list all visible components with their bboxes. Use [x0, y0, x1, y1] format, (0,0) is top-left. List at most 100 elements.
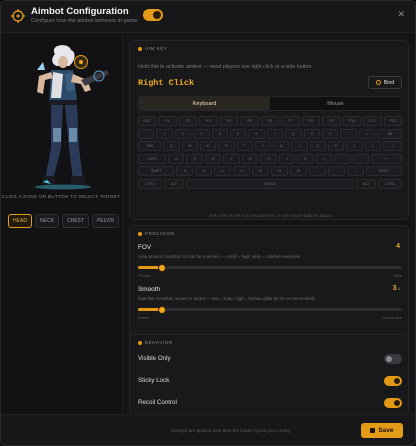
key-4-8[interactable]: , — [308, 166, 326, 177]
key-1-4[interactable]: 4 — [211, 128, 228, 139]
smooth-unit: x — [397, 286, 400, 291]
key-2-12[interactable]: ] — [364, 141, 381, 152]
precision-card: PRECISION FOV 4 Area around crosshair to… — [129, 225, 409, 341]
key-0-1[interactable]: F1 — [158, 116, 177, 126]
key-2-0[interactable]: TAB — [138, 141, 162, 152]
close-icon[interactable]: ✕ — [397, 10, 405, 19]
behavior-section-header: BEHAVIOR — [138, 340, 173, 345]
key-5-1[interactable]: ALT — [163, 178, 184, 189]
key-5-0[interactable]: CTRL — [138, 178, 162, 189]
key-1-9[interactable]: 9 — [303, 128, 320, 139]
key-3-12[interactable]: ↵ — [371, 153, 402, 164]
key-3-8[interactable]: K — [297, 153, 314, 164]
key-3-7[interactable]: J — [278, 153, 296, 164]
key-2-8[interactable]: I — [291, 141, 308, 152]
key-4-11[interactable]: SHIFT — [365, 166, 403, 177]
fov-slider[interactable] — [138, 263, 402, 272]
key-2-7[interactable]: U — [273, 141, 290, 152]
key-2-9[interactable]: O — [309, 141, 326, 152]
key-1-3[interactable]: 3 — [193, 128, 210, 139]
zone-button-neck[interactable]: NECK — [35, 214, 59, 228]
bind-button[interactable]: Bind — [368, 76, 402, 89]
key-0-7[interactable]: F7 — [281, 116, 300, 126]
key-4-9[interactable]: . — [327, 166, 345, 177]
head-target-marker[interactable] — [74, 55, 88, 69]
key-0-6[interactable]: F6 — [260, 116, 280, 126]
character-preview[interactable] — [7, 40, 117, 190]
key-1-13[interactable]: ⌫ — [377, 128, 403, 139]
key-1-6[interactable]: 6 — [248, 128, 265, 139]
key-3-6[interactable]: H — [260, 153, 277, 164]
key-3-5[interactable]: G — [241, 153, 259, 164]
key-2-4[interactable]: R — [218, 141, 235, 152]
zone-button-head[interactable]: HEAD — [8, 214, 32, 228]
key-1-12[interactable]: = — [358, 128, 376, 139]
key-3-0[interactable]: CAPS — [138, 153, 167, 164]
aimbot-enable-toggle[interactable] — [143, 9, 163, 21]
visible-only-toggle[interactable] — [384, 354, 402, 364]
key-3-4[interactable]: F — [223, 153, 240, 164]
key-0-0[interactable]: ESC — [138, 116, 157, 126]
footer-note: changes are applied next time the loader… — [170, 428, 290, 433]
key-4-6[interactable]: N — [271, 166, 288, 177]
recoil-control-toggle[interactable] — [384, 398, 402, 408]
smooth-slider-thumb[interactable] — [157, 305, 166, 314]
key-0-11[interactable]: F11 — [363, 116, 382, 126]
keyboard-row: CTRL ALT SPACE ALT CTRL — [138, 178, 402, 189]
key-3-2[interactable]: S — [186, 153, 203, 164]
sticky-lock-toggle[interactable] — [384, 376, 402, 386]
key-4-0[interactable]: SHIFT — [138, 166, 175, 177]
key-4-1[interactable]: Z — [176, 166, 194, 177]
smooth-slider[interactable] — [138, 305, 402, 314]
key-4-7[interactable]: M — [289, 166, 307, 177]
fov-slider-thumb[interactable] — [157, 263, 166, 272]
key-1-10[interactable]: 0 — [321, 128, 339, 139]
key-1-2[interactable]: 2 — [174, 128, 192, 139]
key-3-9[interactable]: L — [315, 153, 333, 164]
key-5-2[interactable]: SPACE — [185, 178, 355, 189]
key-0-3[interactable]: F3 — [199, 116, 218, 126]
key-0-9[interactable]: F9 — [322, 116, 341, 126]
key-3-10[interactable]: ; — [334, 153, 351, 164]
key-1-11[interactable]: - — [340, 128, 357, 139]
save-button[interactable]: Save — [361, 423, 403, 438]
footer: changes are applied next time the loader… — [1, 414, 415, 445]
key-0-5[interactable]: F5 — [240, 116, 259, 126]
settings-pane: AIM KEY Hold this to activate aimbot — m… — [125, 34, 413, 416]
key-2-10[interactable]: P — [327, 141, 345, 152]
key-4-3[interactable]: C — [214, 166, 232, 177]
key-4-10[interactable]: / — [346, 166, 364, 177]
key-2-11[interactable]: [ — [346, 141, 363, 152]
key-1-1[interactable]: 1 — [156, 128, 173, 139]
key-5-3[interactable]: ALT — [356, 178, 377, 189]
key-0-8[interactable]: F8 — [301, 116, 321, 126]
key-5-4[interactable]: CTRL — [378, 178, 402, 189]
key-3-1[interactable]: A — [168, 153, 185, 164]
key-1-7[interactable]: 7 — [266, 128, 284, 139]
key-0-4[interactable]: F4 — [219, 116, 239, 126]
key-4-2[interactable]: X — [195, 166, 213, 177]
zone-button-chest[interactable]: CHEST — [62, 214, 89, 228]
save-icon — [370, 428, 376, 433]
key-2-1[interactable]: Q — [163, 141, 180, 152]
precision-section-label: PRECISION — [145, 231, 176, 236]
key-2-5[interactable]: T — [236, 141, 253, 152]
key-4-4[interactable]: V — [233, 166, 251, 177]
key-3-11[interactable]: ' — [352, 153, 370, 164]
virtual-keyboard: ESC F1 F2 F3 F4 F5 F6 F7 F8 F9 F10 F11 F12 ` 1 2 3 4 5 6 7 8 9… — [138, 116, 403, 192]
key-2-6[interactable]: Y — [254, 141, 272, 152]
key-4-5[interactable]: B — [252, 166, 270, 177]
key-0-12[interactable]: F12 — [383, 116, 403, 126]
zone-button-pelvis[interactable]: PELVIS — [91, 214, 120, 228]
key-3-3[interactable]: D — [204, 153, 222, 164]
tab-mouse[interactable]: Mouse — [270, 97, 401, 110]
key-2-3[interactable]: E — [199, 141, 217, 152]
key-0-10[interactable]: F10 — [342, 116, 362, 126]
key-1-8[interactable]: 8 — [285, 128, 302, 139]
key-1-0[interactable]: ` — [138, 128, 155, 139]
key-2-2[interactable]: W — [181, 141, 198, 152]
tab-keyboard[interactable]: Keyboard — [139, 97, 270, 110]
key-1-5[interactable]: 5 — [229, 128, 247, 139]
key-0-2[interactable]: F2 — [178, 116, 198, 126]
key-2-13[interactable]: \ — [382, 141, 402, 152]
